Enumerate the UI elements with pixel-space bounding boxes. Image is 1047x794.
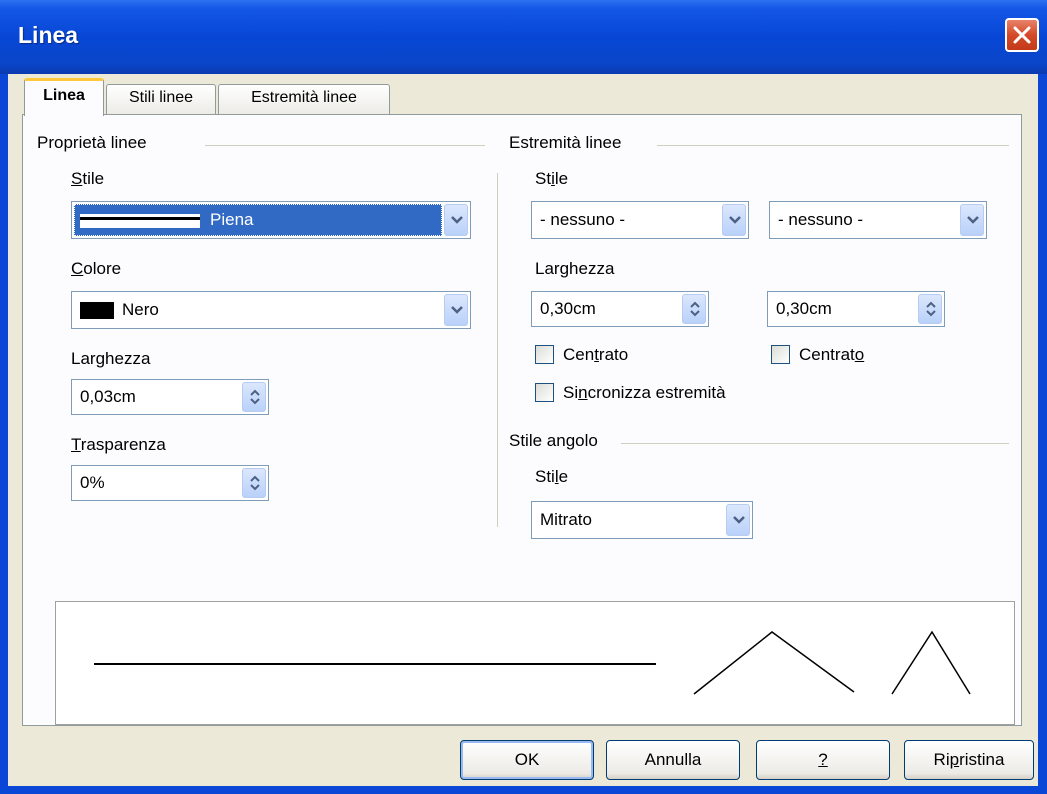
line-color-dropdown-button[interactable]: [444, 294, 468, 326]
corner-style-value: Mitrato: [540, 510, 592, 529]
end-centered-label: Centrato: [799, 345, 865, 364]
transparency-value: 0%: [80, 473, 105, 492]
start-width-value: 0,30cm: [540, 299, 596, 318]
transparency-label: Trasparenza: [71, 435, 166, 454]
spinner-arrows-icon: [250, 389, 260, 405]
line-style-value: Piena: [210, 210, 254, 229]
line-width-field[interactable]: 0,03cm: [71, 379, 269, 415]
dialog-window: Linea Linea Stili linee Estremità linee …: [0, 0, 1047, 794]
chevron-down-icon: [967, 216, 979, 224]
transparency-spinner[interactable]: [242, 468, 266, 498]
group-divider: [205, 145, 485, 146]
tab-stili-linee[interactable]: Stili linee: [106, 84, 216, 114]
line-properties-group-label: Proprietà linee: [37, 133, 147, 152]
chevron-down-icon: [451, 216, 463, 224]
line-style-label: Stile: [71, 169, 105, 188]
ok-button[interactable]: OK: [460, 740, 594, 780]
group-divider: [657, 145, 1009, 146]
end-width-spinner[interactable]: [918, 294, 942, 324]
line-width-label: Larghezza: [71, 349, 151, 368]
line-ends-width-label: Larghezza: [535, 259, 615, 278]
start-arrow-style-select[interactable]: - nessuno -: [531, 201, 749, 239]
start-arrow-dropdown-button[interactable]: [722, 204, 746, 236]
dialog-body: Linea Stili linee Estremità linee Propri…: [8, 74, 1038, 786]
line-preview: [55, 601, 1015, 725]
start-centered-label: Centrato: [563, 345, 629, 364]
chevron-down-icon: [733, 516, 745, 524]
spinner-arrows-icon: [250, 475, 260, 491]
line-width-value: 0,03cm: [80, 387, 136, 406]
line-style-dropdown-button[interactable]: [444, 204, 468, 236]
close-button[interactable]: [1005, 18, 1039, 52]
tab-estremita-linee[interactable]: Estremità linee: [218, 84, 390, 114]
tab-linea[interactable]: Linea: [24, 78, 104, 116]
vertical-divider: [497, 173, 498, 527]
color-swatch: [80, 302, 114, 319]
line-style-select[interactable]: Piena: [71, 201, 471, 239]
chevron-down-icon: [729, 216, 741, 224]
solid-line-preview-icon: [80, 214, 200, 228]
corner-style-group-label: Stile angolo: [509, 431, 598, 450]
end-width-field[interactable]: 0,30cm: [767, 291, 945, 327]
spinner-arrows-icon: [926, 301, 936, 317]
end-arrow-dropdown-button[interactable]: [960, 204, 984, 236]
sync-ends-label: Sincronizza estremità: [563, 383, 726, 402]
line-ends-style-label: Stile: [535, 169, 569, 188]
corner-style-dropdown-button[interactable]: [726, 504, 750, 536]
sync-ends-checkbox[interactable]: [535, 383, 554, 402]
end-arrow-style-value: - nessuno -: [778, 210, 864, 229]
start-width-field[interactable]: 0,30cm: [531, 291, 709, 327]
start-width-spinner[interactable]: [682, 294, 706, 324]
tab-panel: Proprietà linee Stile Piena Colore Nero: [22, 114, 1022, 726]
start-centered-checkbox[interactable]: [535, 345, 554, 364]
line-color-select[interactable]: Nero: [71, 291, 471, 329]
end-centered-checkbox[interactable]: [771, 345, 790, 364]
corner-style-select[interactable]: Mitrato: [531, 501, 753, 539]
help-button[interactable]: ?: [756, 740, 890, 780]
corner-style-label: Stile: [535, 467, 569, 486]
cancel-button[interactable]: Annulla: [606, 740, 740, 780]
line-preview-drawing: [94, 630, 971, 695]
title-bar[interactable]: Linea: [0, 0, 1047, 74]
line-color-value: Nero: [122, 300, 159, 319]
close-icon: [1013, 26, 1031, 44]
help-button-label: ?: [818, 750, 828, 769]
line-color-label: Colore: [71, 259, 122, 278]
transparency-field[interactable]: 0%: [71, 465, 269, 501]
reset-button[interactable]: Ripristina: [904, 740, 1034, 780]
end-arrow-style-select[interactable]: - nessuno -: [769, 201, 987, 239]
window-title: Linea: [18, 22, 79, 48]
line-ends-group-label: Estremità linee: [509, 133, 622, 152]
spinner-arrows-icon: [690, 301, 700, 317]
group-divider: [621, 443, 1009, 444]
end-width-value: 0,30cm: [776, 299, 832, 318]
line-width-spinner[interactable]: [242, 382, 266, 412]
chevron-down-icon: [451, 306, 463, 314]
start-arrow-style-value: - nessuno -: [540, 210, 626, 229]
